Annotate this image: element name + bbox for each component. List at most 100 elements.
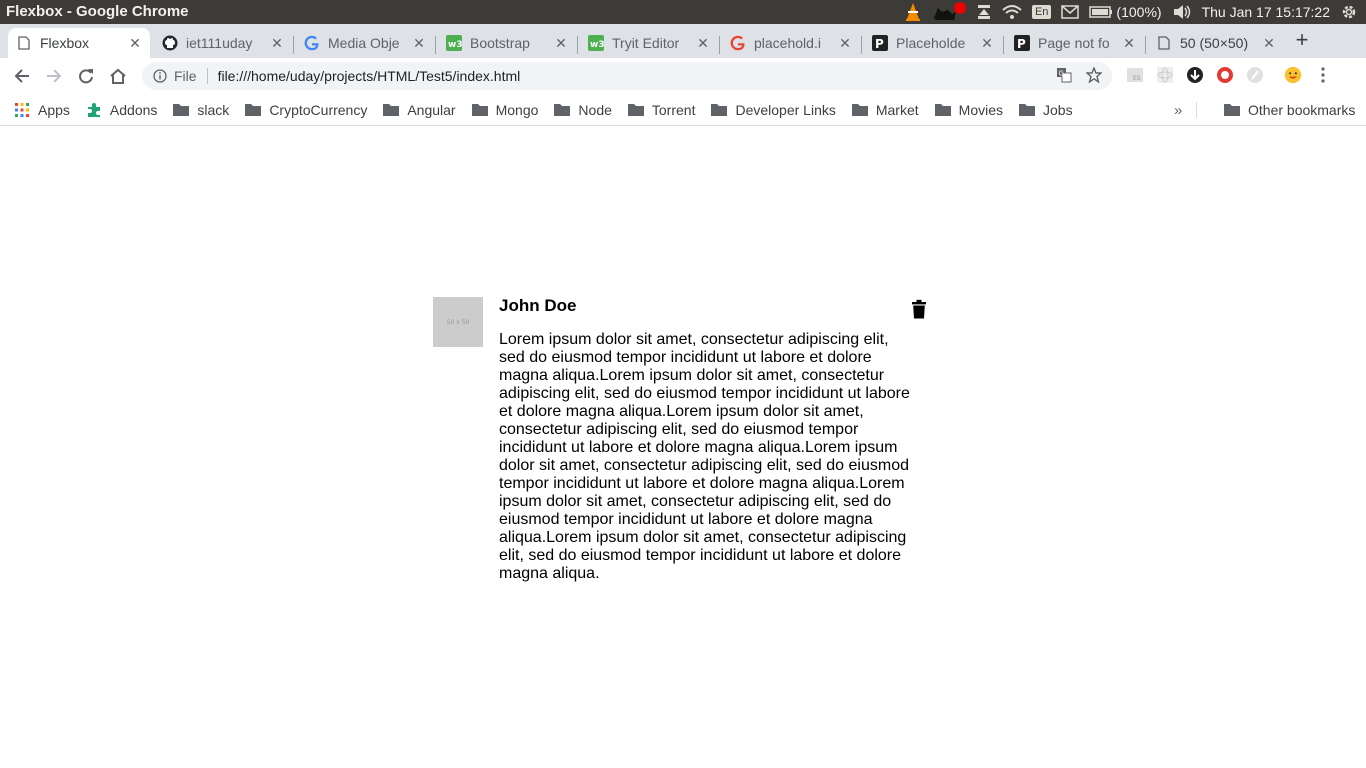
bookmark-folder-market[interactable]: Market (851, 102, 919, 118)
tab-page-not-found[interactable]: P Page not fo ✕ (1006, 28, 1144, 58)
tab-media-object[interactable]: Media Obje ✕ (296, 28, 434, 58)
bookmark-star-icon[interactable] (1085, 65, 1103, 86)
menu-kebab-icon[interactable] (1314, 66, 1332, 84)
tab-label: Tryit Editor (612, 35, 680, 51)
bookmark-label: Movies (958, 101, 1004, 118)
folder-icon (1224, 102, 1240, 118)
bookmark-addons[interactable]: Addons (86, 102, 157, 118)
bookmark-folder-movies[interactable]: Movies (934, 101, 1004, 118)
bookmark-label: Mongo (495, 101, 539, 118)
folder-icon (383, 102, 400, 118)
github-icon (162, 35, 178, 51)
battery-percentage: (100%) (1116, 4, 1162, 20)
close-tab-icon[interactable]: ✕ (980, 35, 994, 52)
bookmark-label: Developer Links (735, 101, 836, 118)
tab-label: Bootstrap (470, 35, 530, 51)
reload-button[interactable] (74, 64, 98, 88)
keyboard-layout-indicator[interactable]: En (1031, 0, 1052, 24)
bookmark-folder-angular[interactable]: Angular (383, 102, 456, 118)
bookmark-folder-slack[interactable]: slack (173, 102, 229, 118)
back-button[interactable] (10, 64, 34, 88)
bookmark-folder-cryptocurrency[interactable]: CryptoCurrency (245, 102, 367, 118)
media-object: 50 x 50 John Doe Lorem ipsum dolor sit a… (433, 297, 933, 583)
close-tab-icon[interactable]: ✕ (1122, 35, 1136, 52)
es-extension-icon[interactable]: ES (1126, 66, 1144, 84)
svg-text:ES: ES (1133, 75, 1141, 82)
clock[interactable]: Thu Jan 17 15:17:22 (1202, 0, 1330, 24)
bookmark-folder-developer-links[interactable]: Developer Links (711, 101, 836, 118)
close-tab-icon[interactable]: ✕ (128, 35, 142, 52)
close-tab-icon[interactable]: ✕ (270, 35, 284, 52)
back-arrow-icon (14, 69, 29, 83)
tab-label: iet111uday (186, 35, 253, 51)
svg-text:P: P (1017, 37, 1026, 51)
mail-icon[interactable] (1061, 0, 1080, 24)
tab-50x50[interactable]: 50 (50×50) ✕ (1148, 28, 1284, 58)
cat-notification-icon[interactable] (932, 0, 966, 24)
close-tab-icon[interactable]: ✕ (1262, 35, 1276, 52)
bookmark-folder-node[interactable]: Node (554, 101, 612, 118)
keyboard-layout-label: En (1031, 5, 1052, 19)
profile-avatar-icon[interactable] (1284, 66, 1302, 84)
extensions-area: ES (1126, 66, 1332, 84)
bookmark-folder-jobs[interactable]: Jobs (1019, 102, 1073, 118)
url-text[interactable]: file:///home/uday/projects/HTML/Test5/in… (218, 68, 1056, 84)
address-bar[interactable]: File file:///home/uday/projects/HTML/Tes… (142, 62, 1112, 90)
system-tray: En (100%) Thu Jan 17 15:17:22 (904, 0, 1358, 24)
tab-github[interactable]: iet111uday ✕ (154, 28, 292, 58)
bookmarks-overflow-button[interactable]: » (1174, 102, 1182, 119)
settings-gear-icon[interactable] (1340, 0, 1358, 24)
close-tab-icon[interactable]: ✕ (412, 35, 426, 52)
bookmark-other-bookmarks[interactable]: Other bookmarks (1224, 94, 1355, 126)
close-tab-icon[interactable]: ✕ (554, 35, 568, 52)
tab-strip: Flexbox ✕ iet111uday ✕ Media Obje ✕ w3 B… (0, 24, 1366, 58)
svg-text:P: P (875, 37, 884, 51)
p-icon: P (872, 35, 888, 51)
bookmark-label: Node (578, 101, 612, 118)
folder-icon (851, 102, 868, 118)
folder-icon (934, 102, 951, 118)
new-tab-button[interactable]: + (1290, 28, 1314, 52)
media-body: John Doe Lorem ipsum dolor sit amet, con… (499, 297, 911, 583)
trash-icon[interactable] (912, 299, 926, 319)
gray-extension-icon[interactable] (1246, 66, 1264, 84)
page-viewport: 50 x 50 John Doe Lorem ipsum dolor sit a… (0, 127, 1366, 768)
forward-button[interactable] (42, 64, 66, 88)
tab-placeholder[interactable]: P Placeholde ✕ (864, 28, 1002, 58)
tab-bootstrap[interactable]: w3 Bootstrap ✕ (438, 28, 576, 58)
red-circle-extension-icon[interactable] (1216, 66, 1234, 84)
google-icon (730, 35, 746, 51)
close-tab-icon[interactable]: ✕ (696, 35, 710, 52)
close-tab-icon[interactable]: ✕ (838, 35, 852, 52)
folder-icon (1019, 102, 1036, 118)
forward-arrow-icon (47, 69, 62, 83)
bookmark-folder-mongo[interactable]: Mongo (471, 101, 539, 118)
tab-label: Media Obje (328, 35, 400, 51)
battery-icon (1089, 6, 1113, 18)
w3schools-icon: w3 (588, 35, 604, 51)
bookmark-label: Apps (38, 101, 70, 118)
bookmark-label: Other bookmarks (1248, 102, 1356, 118)
tab-label: Placeholde (896, 35, 966, 51)
media-heading: John Doe (499, 296, 577, 315)
tab-flexbox[interactable]: Flexbox ✕ (8, 28, 150, 58)
tab-tryit-editor[interactable]: w3 Tryit Editor ✕ (580, 28, 718, 58)
volume-icon[interactable] (1172, 0, 1192, 24)
download-extension-icon[interactable] (1186, 66, 1204, 84)
bookmark-apps[interactable]: Apps (14, 102, 70, 118)
bookmark-folder-torrent[interactable]: Torrent (627, 102, 695, 118)
translate-icon[interactable]: G (1056, 67, 1072, 86)
svg-text:w3: w3 (590, 40, 604, 50)
battery-indicator[interactable]: (100%) (1089, 0, 1162, 24)
vlc-icon[interactable] (904, 0, 922, 24)
home-button[interactable] (106, 64, 130, 88)
p-icon: P (1014, 35, 1030, 51)
home-icon (110, 68, 126, 84)
w3schools-icon: w3 (446, 35, 462, 51)
upload-icon[interactable] (976, 0, 992, 24)
window-title: Flexbox - Google Chrome (6, 3, 189, 20)
wifi-icon[interactable] (1002, 0, 1022, 24)
info-icon[interactable] (152, 68, 168, 84)
tab-placehold[interactable]: placehold.i ✕ (722, 28, 860, 58)
react-extension-icon[interactable] (1156, 66, 1174, 84)
